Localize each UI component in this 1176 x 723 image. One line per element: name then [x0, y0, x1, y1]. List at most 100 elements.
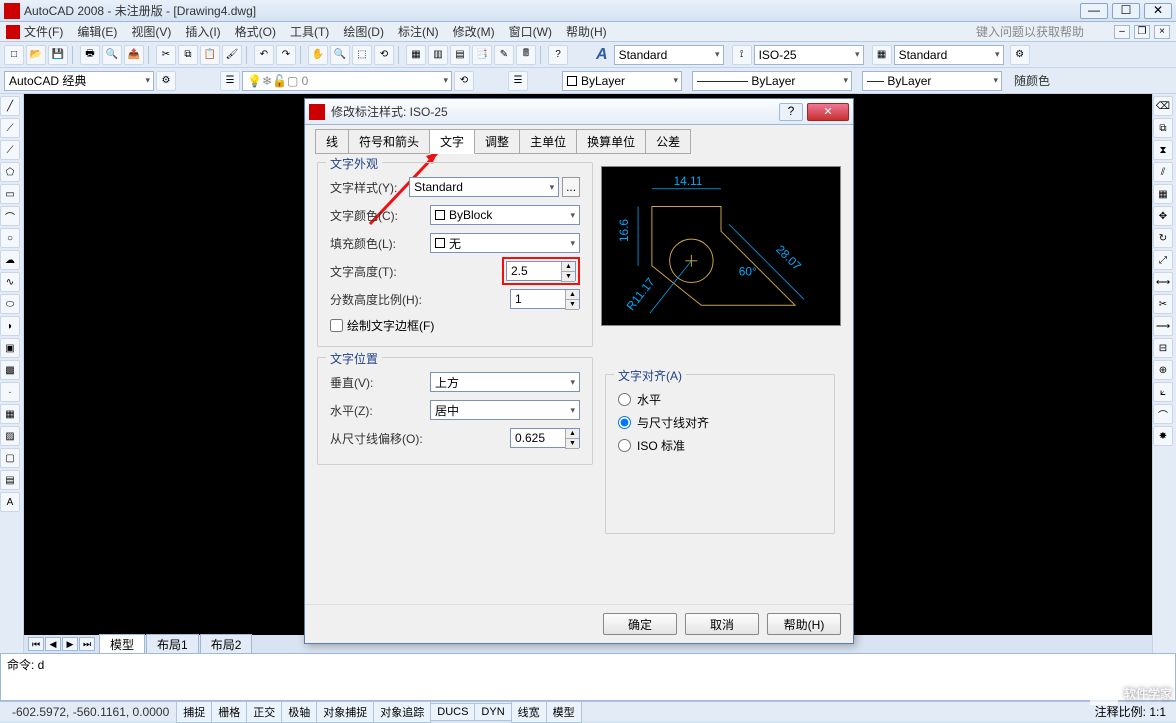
polar-toggle[interactable]: 极轴: [281, 701, 317, 723]
chamfer-icon[interactable]: ⟀: [1153, 382, 1173, 402]
ortho-toggle[interactable]: 正交: [246, 701, 282, 723]
lwt-toggle[interactable]: 线宽: [511, 701, 547, 723]
preview-icon[interactable]: 🔍: [102, 45, 122, 65]
tab-model[interactable]: 模型: [99, 634, 145, 654]
table-style-icon[interactable]: ▦: [872, 45, 892, 65]
ellipse-arc-icon[interactable]: ◗: [0, 316, 20, 336]
help-button[interactable]: 帮助(H): [767, 613, 841, 635]
menu-file[interactable]: 文件(F): [24, 23, 63, 40]
copy-object-icon[interactable]: ⧉: [1153, 118, 1173, 138]
tab-symbols[interactable]: 符号和箭头: [348, 129, 430, 154]
workspace-settings-icon[interactable]: ⚙: [156, 71, 176, 91]
dyn-toggle[interactable]: DYN: [474, 703, 511, 721]
model-toggle[interactable]: 模型: [546, 701, 582, 723]
align-dimline-radio[interactable]: [618, 416, 631, 429]
text-style-select[interactable]: Standard: [409, 177, 559, 197]
tab-text[interactable]: 文字: [429, 129, 475, 154]
toolpalettes-icon[interactable]: ▤: [450, 45, 470, 65]
pan-icon[interactable]: ✋: [308, 45, 328, 65]
erase-icon[interactable]: ⌫: [1153, 96, 1173, 116]
dim-style-icon[interactable]: ⟟: [732, 45, 752, 65]
match-icon[interactable]: 🖌: [222, 45, 242, 65]
table-icon[interactable]: ▤: [0, 470, 20, 490]
tab-tolerance[interactable]: 公差: [645, 129, 691, 154]
tab-fit[interactable]: 调整: [474, 129, 520, 154]
text-color-select[interactable]: ByBlock: [430, 205, 580, 225]
layer-manager-icon[interactable]: ☰: [220, 71, 240, 91]
array-icon[interactable]: ▦: [1153, 184, 1173, 204]
trim-icon[interactable]: ✂: [1153, 294, 1173, 314]
spline-icon[interactable]: ∿: [0, 272, 20, 292]
tab-layout2[interactable]: 布局2: [200, 634, 253, 654]
redo-icon[interactable]: ↷: [276, 45, 296, 65]
ok-button[interactable]: 确定: [603, 613, 677, 635]
offset-icon[interactable]: ⫽: [1153, 162, 1173, 182]
tab-prev-button[interactable]: ◀: [45, 637, 61, 651]
layer-combo[interactable]: 💡❄🔓▢ 0: [242, 71, 452, 91]
gradient-icon[interactable]: ▨: [0, 426, 20, 446]
horizontal-select[interactable]: 居中: [430, 400, 580, 420]
line-icon[interactable]: ╱: [0, 96, 20, 116]
workspace-combo[interactable]: AutoCAD 经典: [4, 71, 154, 91]
menu-window[interactable]: 窗口(W): [509, 23, 552, 40]
table-style-combo[interactable]: Standard: [894, 45, 1004, 65]
polyline-icon[interactable]: ⟋: [0, 140, 20, 160]
menu-dimension[interactable]: 标注(N): [398, 23, 439, 40]
vertical-select[interactable]: 上方: [430, 372, 580, 392]
coords-display[interactable]: -602.5972, -560.1161, 0.0000: [4, 705, 177, 719]
point-icon[interactable]: ·: [0, 382, 20, 402]
make-block-icon[interactable]: ▩: [0, 360, 20, 380]
tab-next-button[interactable]: ▶: [62, 637, 78, 651]
mdi-restore-button[interactable]: ❐: [1134, 25, 1150, 39]
tab-primary[interactable]: 主单位: [519, 129, 577, 154]
open-icon[interactable]: 📂: [26, 45, 46, 65]
properties-icon[interactable]: ▦: [406, 45, 426, 65]
grid-toggle[interactable]: 栅格: [211, 701, 247, 723]
tab-alternate[interactable]: 换算单位: [576, 129, 646, 154]
revcloud-icon[interactable]: ☁: [0, 250, 20, 270]
zoom-prev-icon[interactable]: ⟲: [374, 45, 394, 65]
maximize-button[interactable]: ☐: [1112, 3, 1140, 19]
break-icon[interactable]: ⊟: [1153, 338, 1173, 358]
copy-icon[interactable]: ⧉: [178, 45, 198, 65]
layer-states-icon[interactable]: ☰: [508, 71, 528, 91]
spin-down-icon[interactable]: ▼: [561, 272, 575, 282]
menu-format[interactable]: 格式(O): [235, 23, 276, 40]
circle-icon[interactable]: ○: [0, 228, 20, 248]
rotate-icon[interactable]: ↻: [1153, 228, 1173, 248]
mdi-minimize-button[interactable]: –: [1114, 25, 1130, 39]
cut-icon[interactable]: ✂: [156, 45, 176, 65]
help-icon[interactable]: ?: [548, 45, 568, 65]
zoom-window-icon[interactable]: ⬚: [352, 45, 372, 65]
arc-icon[interactable]: ⌒: [0, 206, 20, 226]
undo-icon[interactable]: ↶: [254, 45, 274, 65]
new-icon[interactable]: □: [4, 45, 24, 65]
mirror-icon[interactable]: ⧗: [1153, 140, 1173, 160]
xline-icon[interactable]: ⟋: [0, 118, 20, 138]
help-search-box[interactable]: 键入问题以获取帮助: [970, 23, 1090, 40]
mtext-icon[interactable]: A: [0, 492, 20, 512]
paste-icon[interactable]: 📋: [200, 45, 220, 65]
mdi-close-button[interactable]: ×: [1154, 25, 1170, 39]
scale-icon[interactable]: ⤢: [1153, 250, 1173, 270]
ellipse-icon[interactable]: ⬭: [0, 294, 20, 314]
lineweight-combo[interactable]: ── ByLayer: [862, 71, 1002, 91]
tab-last-button[interactable]: ⏭: [79, 637, 95, 651]
dialog-close-button[interactable]: ✕: [807, 103, 849, 121]
dialog-titlebar[interactable]: 修改标注样式: ISO-25 ? ✕: [305, 99, 853, 125]
polygon-icon[interactable]: ⬠: [0, 162, 20, 182]
join-icon[interactable]: ⊕: [1153, 360, 1173, 380]
tab-layout1[interactable]: 布局1: [146, 634, 199, 654]
fillet-icon[interactable]: ⌒: [1153, 404, 1173, 424]
plot-icon[interactable]: 🖶: [80, 45, 100, 65]
extend-icon[interactable]: ⟶: [1153, 316, 1173, 336]
text-style-browse-button[interactable]: ...: [562, 177, 580, 197]
osnap-toggle[interactable]: 对象捕捉: [316, 701, 374, 723]
otrack-toggle[interactable]: 对象追踪: [373, 701, 431, 723]
minimize-button[interactable]: —: [1080, 3, 1108, 19]
close-button[interactable]: ✕: [1144, 3, 1172, 19]
hatch-icon[interactable]: ▦: [0, 404, 20, 424]
move-icon[interactable]: ✥: [1153, 206, 1173, 226]
quickcalc-icon[interactable]: 🖩: [516, 45, 536, 65]
save-icon[interactable]: 💾: [48, 45, 68, 65]
